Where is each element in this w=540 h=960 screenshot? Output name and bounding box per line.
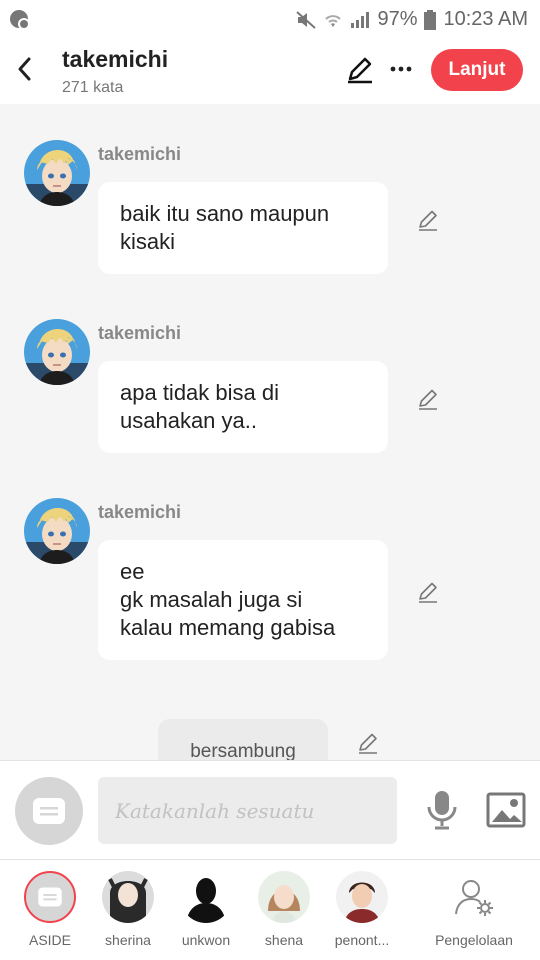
- cast-name: shena: [264, 932, 304, 948]
- signal-icon: [351, 11, 370, 28]
- sender-name: takemichi: [98, 502, 182, 522]
- message-line: gk masalah juga si: [120, 587, 303, 612]
- cast-name: unkwon: [181, 932, 231, 948]
- message-line: kalau memang gabisa: [120, 615, 336, 640]
- image-icon[interactable]: [486, 791, 526, 829]
- chat-bubble-icon: [33, 798, 65, 824]
- message-line: apa tidak bisa di: [120, 380, 279, 405]
- cast-bar: ASIDE sherina unkwon shena penont... Pen…: [0, 860, 540, 960]
- message-bubble[interactable]: apa tidak bisa di usahakan ya..: [98, 361, 388, 453]
- notification-icon: [10, 10, 30, 30]
- manage-users-icon: [448, 871, 500, 923]
- microphone-icon[interactable]: [423, 789, 461, 831]
- battery-percent: 97%: [377, 8, 418, 30]
- message-input[interactable]: [98, 777, 397, 844]
- story-title: takemichi: [62, 46, 169, 72]
- cast-character[interactable]: sherina: [88, 871, 168, 948]
- word-count: 271 kata: [62, 79, 124, 96]
- aside-avatar: [24, 871, 76, 923]
- message-line: usahakan ya..: [120, 408, 257, 433]
- avatar[interactable]: [24, 319, 90, 385]
- sender-name: takemichi: [98, 323, 182, 343]
- edit-message-icon[interactable]: [416, 208, 440, 232]
- edit-message-icon[interactable]: [416, 580, 440, 604]
- message-line: kisaki: [120, 229, 176, 254]
- edit-continued-icon[interactable]: [356, 731, 380, 755]
- chat-area[interactable]: takemichi baik itu sano maupun kisaki ta…: [0, 104, 540, 760]
- mute-icon: [296, 10, 317, 29]
- more-options-icon[interactable]: [387, 56, 415, 82]
- edit-pencil-icon[interactable]: [345, 54, 375, 84]
- edit-message-icon[interactable]: [416, 387, 440, 411]
- cast-name: Pengelolaan: [435, 932, 513, 948]
- chat-bubble-icon: [38, 887, 62, 907]
- cast-name: sherina: [105, 932, 151, 948]
- composer-bar: [0, 760, 540, 860]
- cast-management[interactable]: Pengelolaan: [424, 871, 524, 948]
- message-bubble[interactable]: ee gk masalah juga si kalau memang gabis…: [98, 540, 388, 660]
- cast-aside[interactable]: ASIDE: [10, 871, 90, 948]
- avatar: [336, 871, 388, 923]
- cast-name: ASIDE: [28, 932, 71, 948]
- next-button[interactable]: Lanjut: [431, 49, 523, 91]
- cast-name: penont...: [334, 932, 390, 948]
- cast-character[interactable]: unkwon: [166, 871, 246, 948]
- wifi-icon: [325, 14, 342, 27]
- avatar: [102, 871, 154, 923]
- avatar[interactable]: [24, 140, 90, 206]
- avatar: [180, 871, 232, 923]
- continued-marker[interactable]: bersambung: [158, 719, 328, 760]
- back-icon[interactable]: [12, 54, 38, 84]
- header: takemichi 271 kata Lanjut: [0, 38, 540, 104]
- clock: 10:23 AM: [443, 8, 528, 30]
- status-bar: 97% 10:23 AM: [0, 0, 540, 38]
- message-line: ee: [120, 559, 145, 584]
- avatar[interactable]: [24, 498, 90, 564]
- message-line: baik itu sano maupun: [120, 201, 330, 226]
- battery-icon: [424, 9, 437, 30]
- cast-character[interactable]: shena: [244, 871, 324, 948]
- sender-name: takemichi: [98, 144, 182, 164]
- cast-character[interactable]: penont...: [322, 871, 402, 948]
- aside-toggle-button[interactable]: [15, 777, 83, 845]
- status-icons: 97% 10:23 AM: [296, 8, 528, 31]
- avatar: [258, 871, 310, 923]
- message-bubble[interactable]: baik itu sano maupun kisaki: [98, 182, 388, 274]
